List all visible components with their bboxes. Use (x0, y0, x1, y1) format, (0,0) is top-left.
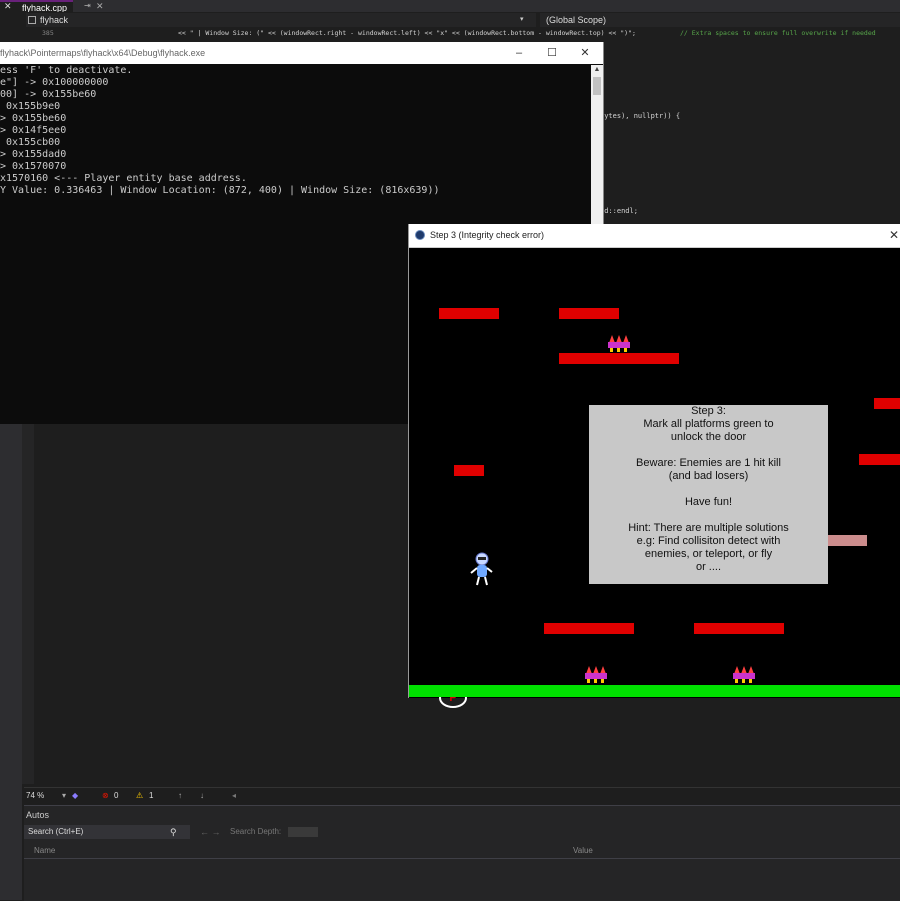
chevron-down-icon[interactable]: ▾ (62, 788, 66, 804)
search-depth-select[interactable] (288, 827, 318, 837)
app-icon (415, 230, 425, 240)
autos-tab[interactable]: Autos (26, 810, 49, 820)
chevron-down-icon[interactable]: ▾ (520, 13, 524, 27)
platform (694, 623, 784, 634)
platform (439, 308, 499, 319)
platform (454, 465, 484, 476)
up-arrow-icon[interactable]: ↑ (178, 788, 182, 804)
autos-panel[interactable]: Autos Search (Ctrl+E) ⚲ ← → Search Depth… (24, 805, 900, 901)
column-header-value[interactable]: Value (573, 846, 593, 855)
search-icon[interactable]: ⚲ (170, 825, 177, 839)
platform (559, 308, 619, 319)
close-tab-icon[interactable]: ✕ (96, 0, 104, 12)
platform (559, 353, 679, 364)
code-text: << " | Window Size: (" << (windowRect.ri… (178, 29, 636, 37)
console-line: > 0x1570070 (0, 161, 67, 172)
console-line: x1570160 <--- Player entity base address… (0, 173, 247, 184)
close-window-icon[interactable]: ✕ (4, 0, 12, 12)
game-titlebar[interactable]: Step 3 (Integrity check error) ✕ (409, 224, 900, 248)
line-number: 385 (42, 29, 54, 37)
project-dropdown[interactable]: flyhack (26, 13, 536, 27)
close-button[interactable]: ✕ (889, 224, 899, 247)
console-line: ess 'F' to deactivate. (0, 65, 133, 76)
console-line: 0x155cb00 (0, 137, 61, 148)
pin-icon[interactable]: ⇥ (84, 0, 91, 12)
editor-side-strip (0, 424, 22, 900)
code-fragment: Bytes), nullptr)) { (600, 112, 681, 120)
console-title: flyhack\Pointermaps\flyhack\x64\Debug\fl… (0, 48, 206, 58)
code-fragment: td::endl; (600, 207, 638, 215)
error-icon[interactable]: ⊗ (102, 788, 109, 804)
platform (544, 623, 634, 634)
ground-platform (409, 685, 900, 697)
enemy-icon (585, 666, 607, 683)
platform (859, 454, 900, 465)
console-line: e"] -> 0x100000000 (0, 77, 109, 88)
zoom-level[interactable]: 74 % (26, 788, 44, 804)
warning-icon[interactable]: ⚠ (136, 788, 143, 804)
code-comment: // Extra spaces to ensure full overwrite… (680, 29, 876, 37)
search-nav-arrows[interactable]: ← → (200, 825, 221, 839)
project-icon (28, 16, 36, 24)
scrollbar-thumb[interactable] (593, 77, 601, 95)
copilot-icon[interactable]: ◆ (72, 788, 78, 804)
search-input[interactable]: Search (Ctrl+E) (24, 825, 190, 839)
game-canvas[interactable]: Step 3: Mark all platforms green to unlo… (409, 248, 900, 708)
column-header-name[interactable]: Name (34, 846, 55, 855)
search-depth-label: Search Depth: (230, 827, 282, 836)
maximize-button[interactable]: ☐ (535, 42, 569, 64)
instructions-panel: Step 3: Mark all platforms green to unlo… (589, 405, 828, 584)
console-line: > 0x155be60 (0, 113, 67, 124)
left-arrow-icon[interactable]: ◂ (232, 788, 236, 804)
console-line: 0x155b9e0 (0, 101, 61, 112)
editor-gutter (22, 424, 34, 784)
console-titlebar[interactable]: flyhack\Pointermaps\flyhack\x64\Debug\fl… (0, 42, 603, 64)
console-line: > 0x155dad0 (0, 149, 67, 160)
player-character (470, 552, 493, 586)
scroll-up-icon[interactable]: ▲ (591, 65, 603, 75)
error-count: 0 (114, 791, 119, 800)
divider (24, 858, 900, 859)
minimize-button[interactable]: – (502, 42, 536, 64)
console-line: > 0x14f5ee0 (0, 125, 67, 136)
console-line: Y Value: 0.336463 | Window Location: (87… (0, 185, 440, 196)
code-line[interactable]: 385 << " | Window Size: (" << (windowRec… (0, 28, 900, 42)
enemy-icon (733, 666, 755, 683)
enemy-icon (608, 335, 630, 352)
down-arrow-icon[interactable]: ↓ (200, 788, 204, 804)
scope-dropdown[interactable]: (Global Scope) (540, 13, 900, 27)
game-title: Step 3 (Integrity check error) (430, 230, 545, 240)
platform (874, 398, 900, 409)
close-button[interactable]: ✕ (568, 42, 602, 64)
warning-count: 1 (149, 791, 154, 800)
console-line: 00] -> 0x155be60 (0, 89, 97, 100)
editor-status-bar: 74 % ▾ ◆ ⊗ 0 ⚠ 1 ↑ ↓ ◂ (24, 787, 900, 804)
game-window[interactable]: Step 3 (Integrity check error) ✕ Step 3: (408, 224, 900, 708)
